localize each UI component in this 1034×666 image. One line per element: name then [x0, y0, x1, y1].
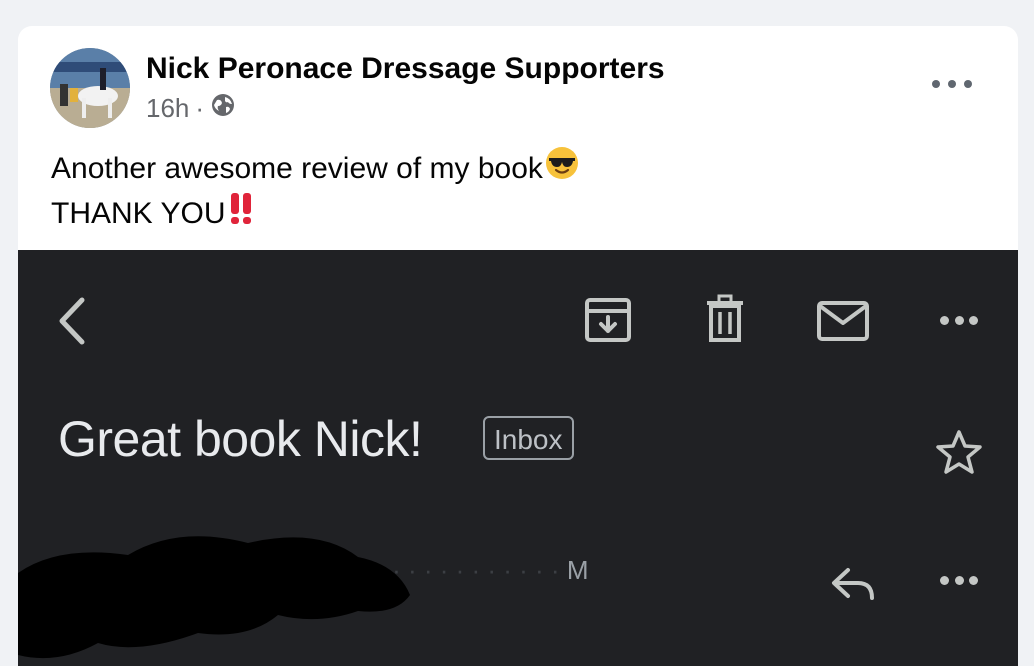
- post-meta: 16h ·: [146, 92, 236, 125]
- row-more-icon: [940, 576, 978, 586]
- post-card: Nick Peronace Dressage Supporters 16h · …: [18, 26, 1018, 666]
- post-timestamp[interactable]: 16h: [146, 93, 189, 124]
- double-exclamation-mark-emoji: [229, 191, 255, 236]
- archive-icon: [584, 296, 632, 349]
- back-arrow-icon: [54, 296, 88, 351]
- meta-separator: ·: [195, 93, 205, 123]
- email-subject: Great book Nick!: [58, 411, 423, 467]
- trash-icon: [704, 294, 746, 349]
- mark-unread-icon: [816, 300, 870, 347]
- star-outline-icon: [934, 428, 984, 481]
- globe-icon: [210, 92, 236, 125]
- email-more-icon: [940, 316, 978, 326]
- redaction-scribble: [18, 515, 438, 666]
- page-avatar[interactable]: [50, 48, 130, 128]
- email-screenshot-image[interactable]: Great book Nick! Inbox · · · · · · · · ·…: [18, 250, 1018, 666]
- inbox-label-chip: Inbox: [483, 416, 574, 460]
- post-text-line-2: THANK YOU: [51, 196, 226, 230]
- post-text-line-1: Another awesome review of my book: [51, 151, 543, 185]
- reply-icon: [830, 566, 876, 607]
- smiling-face-with-sunglasses-emoji: [545, 146, 579, 191]
- post-more-menu-icon[interactable]: [932, 72, 972, 96]
- post-body: Another awesome review of my book THANK …: [51, 146, 579, 236]
- page-name-link[interactable]: Nick Peronace Dressage Supporters: [146, 52, 665, 86]
